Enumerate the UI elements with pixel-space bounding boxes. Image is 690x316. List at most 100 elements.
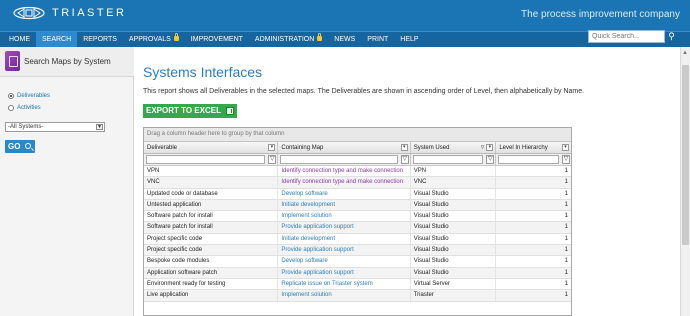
- nav-item-label: HOME: [9, 35, 30, 43]
- map-link[interactable]: Provide application support: [281, 224, 353, 230]
- map-link[interactable]: Identify connection type and make connec…: [281, 168, 403, 174]
- cell-level: 1: [496, 256, 571, 266]
- column-header-containing-map[interactable]: Containing Map ▾: [278, 142, 411, 153]
- column-header-level[interactable]: Level In Hierarchy ▾: [496, 142, 571, 153]
- table-row[interactable]: VPN Identify connection type and make con…: [144, 166, 571, 178]
- map-link[interactable]: Initiate development: [281, 202, 335, 208]
- cell-system-used-text: VNC: [413, 179, 427, 186]
- cell-containing-map: Provide application support: [278, 245, 411, 256]
- grid-header-row: Deliverable ▾ Containing Map ▾ System Us…: [144, 142, 571, 154]
- go-button[interactable]: GO: [5, 140, 35, 153]
- filter-input-level[interactable]: [498, 155, 559, 164]
- search-icon[interactable]: ⚲: [666, 30, 677, 43]
- filter-input-map[interactable]: [280, 155, 398, 164]
- cell-containing-map: Identify connection type and make connec…: [278, 177, 411, 188]
- map-link[interactable]: Replicate issue on Triaster system: [281, 281, 372, 287]
- table-row[interactable]: Software patch for install Provide applic…: [144, 222, 571, 234]
- table-row[interactable]: Project specific code Provide application…: [144, 245, 571, 257]
- column-header-system-used[interactable]: System Used ▿ ▾: [411, 142, 497, 153]
- filter-cell-level: ▽: [496, 154, 571, 165]
- sort-descending-icon[interactable]: ▿: [481, 143, 485, 151]
- cell-system-used: Visual Studio: [411, 211, 497, 222]
- system-select[interactable]: -All Systems- ▼: [5, 122, 105, 132]
- filter-icon[interactable]: ▽: [268, 155, 277, 164]
- map-link[interactable]: Provide application support: [281, 270, 353, 276]
- map-link[interactable]: Implement solution: [281, 213, 331, 219]
- table-row[interactable]: VNC Identify connection type and make con…: [144, 177, 571, 189]
- table-row[interactable]: Updated code or database Develop software…: [144, 188, 571, 200]
- filter-input-deliverable[interactable]: [146, 155, 266, 164]
- cell-deliverable-text: Project specific code: [147, 247, 203, 254]
- cell-deliverable-text: Software patch for install: [147, 213, 213, 220]
- radio-button-unchecked[interactable]: [8, 105, 14, 111]
- magnifier-icon: [25, 143, 31, 149]
- cell-deliverable: Bespoke code modules: [144, 256, 279, 267]
- table-row[interactable]: Live application Implement solution Triast…: [144, 290, 571, 302]
- cell-containing-map: Implement solution: [278, 211, 411, 222]
- sidebar-header: Search Maps by System: [0, 47, 134, 77]
- nav-item-approvals[interactable]: APPROVALS: [123, 32, 185, 48]
- map-link[interactable]: Develop software: [281, 258, 327, 264]
- cell-system-used-text: Visual Studio: [413, 213, 449, 220]
- map-link[interactable]: Provide application support: [281, 247, 353, 253]
- scrollbar-thumb[interactable]: [682, 65, 689, 245]
- triaster-logo[interactable]: TRIASTER: [12, 6, 126, 20]
- nav-item-help[interactable]: HELP: [394, 32, 424, 48]
- table-row[interactable]: Software patch for install Implement solu…: [144, 211, 571, 223]
- quick-search-input[interactable]: [588, 30, 665, 43]
- filter-icon[interactable]: ▽: [486, 155, 495, 164]
- nav-item-administration[interactable]: ADMINISTRATION: [249, 32, 328, 48]
- table-row[interactable]: Untested application Initiate development…: [144, 199, 571, 212]
- cell-level: 1: [496, 290, 571, 300]
- sidebar: Search Maps by System Deliverables Activ…: [0, 47, 134, 316]
- table-row[interactable]: Environment ready for testing Replicate i…: [144, 278, 571, 291]
- page-title: Systems Interfaces: [143, 64, 263, 80]
- nav-item-print[interactable]: PRINT: [361, 32, 394, 48]
- cell-containing-map: Initiate development: [278, 199, 411, 211]
- radio-deliverables[interactable]: Deliverables: [8, 93, 50, 99]
- map-link[interactable]: Initiate development: [281, 236, 335, 242]
- column-header-label: Level In Hierarchy: [499, 145, 548, 151]
- nav-item-home[interactable]: HOME: [3, 32, 36, 48]
- radio-activities[interactable]: Activities: [8, 105, 41, 111]
- filter-icon[interactable]: ▽: [400, 155, 409, 164]
- top-header: TRIASTER The process improvement company: [0, 0, 690, 31]
- cell-system-used: Visual Studio: [411, 199, 497, 211]
- nav-item-label: NEWS: [334, 35, 356, 43]
- filter-icon[interactable]: ▽: [562, 155, 570, 164]
- cell-deliverable-text: Environment ready for testing: [147, 280, 226, 287]
- cell-system-used: Virtual Server: [411, 278, 497, 290]
- page-scrollbar[interactable]: ▲: [680, 47, 690, 316]
- scroll-up-arrow-icon[interactable]: ▲: [682, 50, 688, 56]
- lock-icon: [317, 32, 323, 41]
- cell-containing-map: Implement solution: [278, 290, 411, 301]
- column-menu-icon[interactable]: ▾: [562, 144, 569, 151]
- nav-item-label: APPROVALS: [128, 35, 171, 43]
- nav-item-reports[interactable]: REPORTS: [77, 32, 123, 48]
- radio-button-checked[interactable]: [8, 93, 14, 99]
- cell-system-used: Visual Studio: [411, 267, 497, 278]
- cell-level: 1: [496, 211, 571, 221]
- cell-level: 1: [496, 222, 571, 232]
- cell-level-text: 1: [564, 269, 568, 276]
- cell-system-used-text: Virtual Server: [413, 280, 450, 287]
- export-to-excel-button[interactable]: EXPORT TO EXCEL: [143, 104, 237, 118]
- column-header-deliverable[interactable]: Deliverable ▾: [144, 142, 279, 153]
- column-menu-icon[interactable]: ▾: [268, 144, 276, 151]
- filter-input-system[interactable]: [412, 155, 484, 164]
- nav-item-improvement[interactable]: IMPROVEMENT: [185, 32, 249, 48]
- nav-item-news[interactable]: NEWS: [328, 32, 361, 48]
- table-row[interactable]: Bespoke code modules Develop software Visu…: [144, 256, 571, 268]
- nav-item-search[interactable]: SEARCH: [36, 31, 78, 48]
- nav-item-label: HELP: [400, 35, 419, 43]
- map-link[interactable]: Develop software: [281, 191, 327, 197]
- group-by-area[interactable]: Drag a column header here to group by th…: [144, 128, 571, 142]
- map-link[interactable]: Identify connection type and make connec…: [281, 179, 403, 185]
- table-row[interactable]: Project specific code Initiate developmen…: [144, 233, 571, 246]
- table-row[interactable]: Application software patch Provide applic…: [144, 267, 571, 279]
- nav-list: HOME SEARCH REPORTS APPROVALS IMPROVEMENT ADM…: [0, 31, 690, 48]
- column-menu-icon[interactable]: ▾: [400, 144, 408, 151]
- chevron-down-icon[interactable]: ▼: [96, 124, 103, 130]
- map-link[interactable]: Implement solution: [281, 292, 331, 298]
- column-menu-icon[interactable]: ▾: [486, 144, 494, 151]
